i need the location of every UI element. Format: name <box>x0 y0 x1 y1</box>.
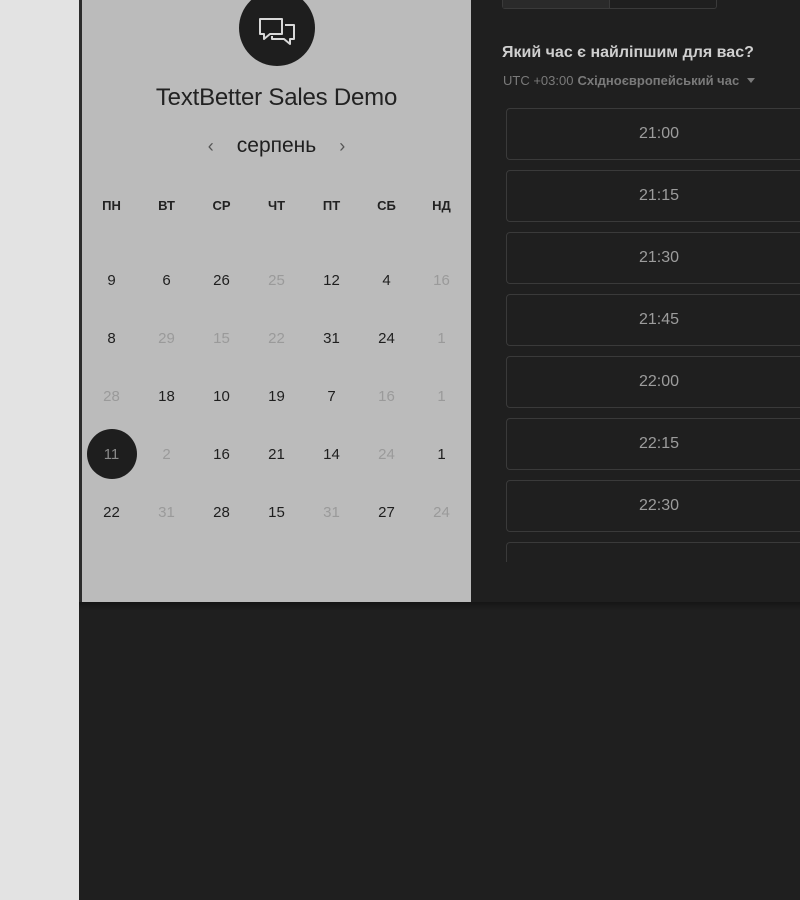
weekday-label: ЧТ <box>267 198 286 213</box>
calendar-day[interactable]: 1 <box>414 425 469 483</box>
calendar-day-number: 31 <box>323 329 340 347</box>
weekday-label: СБ <box>377 198 396 213</box>
calendar-day-number: 4 <box>382 271 391 289</box>
calendar-day: 16 <box>414 251 469 309</box>
calendar-day[interactable]: 9 <box>84 251 139 309</box>
weekday-label: НД <box>432 198 451 213</box>
calendar-day[interactable]: 4 <box>359 251 414 309</box>
calendar-day-number: 24 <box>433 503 450 521</box>
calendar-day: 24 <box>414 483 469 541</box>
time-slot-button[interactable]: 22:15 <box>506 418 800 470</box>
time-slot-button[interactable]: 21:15 <box>506 170 800 222</box>
calendar-day[interactable]: 12 <box>304 251 359 309</box>
calendar-day: 2 <box>139 425 194 483</box>
calendar-day: 24 <box>359 425 414 483</box>
calendar-day[interactable]: 31 <box>304 309 359 367</box>
calendar-day-number: 14 <box>323 445 340 463</box>
calendar-day-number: 26 <box>213 271 230 289</box>
calendar-day: 31 <box>304 483 359 541</box>
time-slot-button[interactable]: 21:45 <box>506 294 800 346</box>
browser-margin <box>0 0 79 900</box>
calendar-day-number: 18 <box>158 387 175 405</box>
calendar-day-number: 15 <box>213 329 230 347</box>
company-logo <box>239 0 315 66</box>
calendar-day: 31 <box>139 483 194 541</box>
calendar-day-number: 7 <box>327 387 336 405</box>
calendar-day: 16 <box>359 367 414 425</box>
calendar-day: 1 <box>414 309 469 367</box>
calendar-day[interactable]: 6 <box>139 251 194 309</box>
time-slots-viewport: 21:00 21:15 21:30 21:45 22:00 22:15 22:30 <box>471 0 800 604</box>
calendar-day[interactable]: 18 <box>139 367 194 425</box>
calendar-day[interactable]: 10 <box>194 367 249 425</box>
month-label: серпень <box>236 134 317 157</box>
calendar-day: 22 <box>249 309 304 367</box>
page: TextBetter Sales Demo ‹ серпень › ПН ВТ СР… <box>0 0 800 900</box>
time-slot-button[interactable]: 21:30 <box>506 232 800 284</box>
calendar-day[interactable]: 21 <box>249 425 304 483</box>
weekday-header: ПН ВТ СР ЧТ ПТ СБ НД <box>84 196 469 216</box>
calendar-day[interactable]: 7 <box>304 367 359 425</box>
calendar-day: 28 <box>84 367 139 425</box>
calendar-day-number: 25 <box>268 271 285 289</box>
calendar-day[interactable]: 24 <box>359 309 414 367</box>
calendar-day-number: 10 <box>213 387 230 405</box>
calendar-day-number: 1 <box>437 329 446 347</box>
calendar-day-number: 12 <box>323 271 340 289</box>
calendar-day-number: 8 <box>107 329 116 347</box>
chevron-right-icon[interactable]: › <box>330 132 354 160</box>
calendar-day: 29 <box>139 309 194 367</box>
calendar-day-number: 28 <box>103 387 120 405</box>
calendar-day-number: 29 <box>158 329 175 347</box>
weekday-label: СР <box>212 198 231 213</box>
calendar-day-number: 21 <box>268 445 285 463</box>
calendar-day[interactable]: 15 <box>249 483 304 541</box>
calendar-day[interactable]: 22 <box>84 483 139 541</box>
weekday-label: ПН <box>102 198 121 213</box>
chevron-left-icon[interactable]: ‹ <box>199 132 223 160</box>
calendar-day[interactable]: 14 <box>304 425 359 483</box>
time-slot-button[interactable]: 22:30 <box>506 480 800 532</box>
calendar-day-number: 31 <box>323 503 340 521</box>
calendar-day-number: 6 <box>162 271 171 289</box>
calendar-day-number: 28 <box>213 503 230 521</box>
time-slot-button[interactable]: 21:00 <box>506 108 800 160</box>
calendar-day: 15 <box>194 309 249 367</box>
calendar-day: 1 <box>414 367 469 425</box>
calendar-day-number: 9 <box>107 271 116 289</box>
calendar-grid: 9 6 26 25 12 4 16 8 29 15 22 31 24 1 28 18 10 19 7 16 1 11 2 16… <box>84 251 469 541</box>
chat-bubbles-icon <box>259 18 295 45</box>
calendar-day[interactable]: 19 <box>249 367 304 425</box>
calendar-day-number: 11 <box>103 445 120 463</box>
weekday-label: ВТ <box>158 198 175 213</box>
calendar-day-number: 24 <box>378 445 395 463</box>
calendar-day[interactable]: 26 <box>194 251 249 309</box>
calendar-day: 25 <box>249 251 304 309</box>
calendar-day-number: 16 <box>213 445 230 463</box>
calendar-day-number: 16 <box>378 387 395 405</box>
calendar-day[interactable]: 8 <box>84 309 139 367</box>
calendar-day-number: 16 <box>433 271 450 289</box>
time-slot-button-partial[interactable] <box>506 542 800 562</box>
calendar-day-number: 31 <box>158 503 175 521</box>
calendar-day-number: 1 <box>437 387 446 405</box>
time-slot-list: 21:00 21:15 21:30 21:45 22:00 22:15 22:30 <box>506 108 800 572</box>
weekday-label: ПТ <box>322 198 341 213</box>
calendar-panel: TextBetter Sales Demo ‹ серпень › ПН ВТ СР… <box>82 0 471 604</box>
calendar-day-number: 22 <box>268 329 285 347</box>
calendar-day-selected[interactable]: 11 <box>84 425 139 483</box>
calendar-day-number: 15 <box>268 503 285 521</box>
calendar-day-number: 1 <box>437 445 446 463</box>
calendar-day-number: 24 <box>378 329 395 347</box>
month-navigation: ‹ серпень › <box>82 132 471 160</box>
calendar-day-number: 22 <box>103 503 120 521</box>
calendar-day[interactable]: 28 <box>194 483 249 541</box>
event-title: TextBetter Sales Demo <box>155 84 398 111</box>
calendar-day[interactable]: 16 <box>194 425 249 483</box>
time-slot-button[interactable]: 22:00 <box>506 356 800 408</box>
calendar-day-number: 2 <box>162 445 171 463</box>
calendar-day-number: 27 <box>378 503 395 521</box>
calendar-day[interactable]: 27 <box>359 483 414 541</box>
calendar-day-number: 19 <box>268 387 285 405</box>
